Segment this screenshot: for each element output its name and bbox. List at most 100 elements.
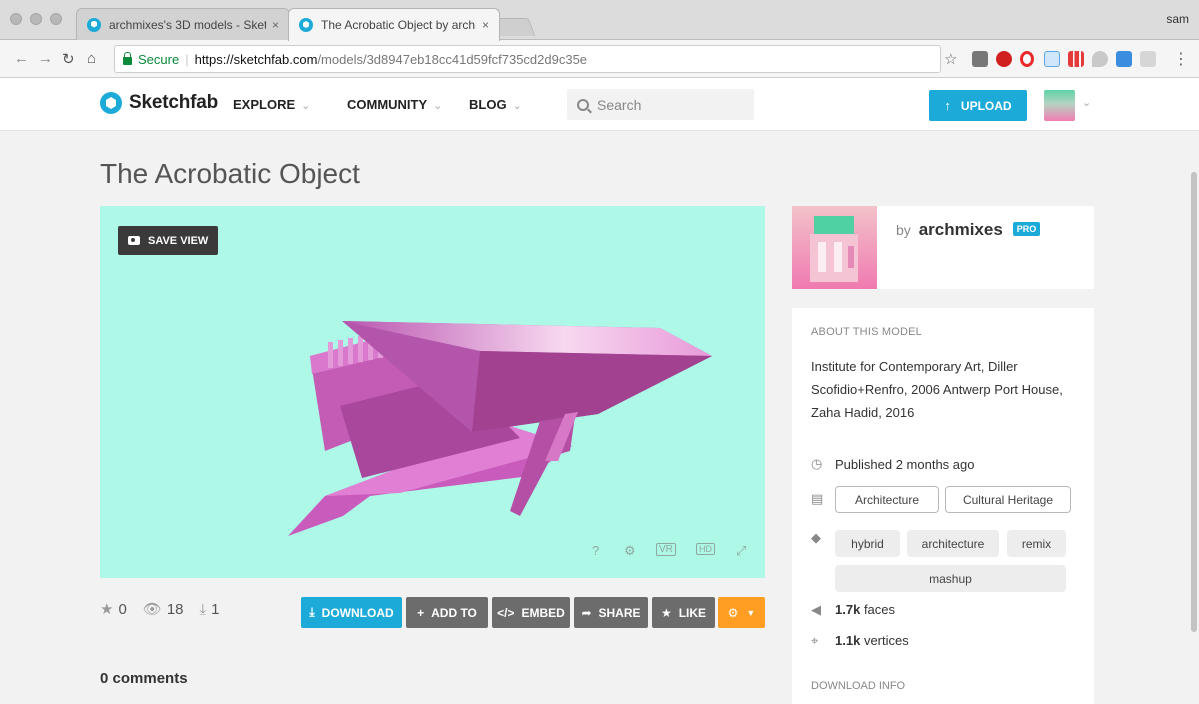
plus-icon: +: [417, 605, 425, 620]
scrollbar-thumb[interactable]: [1191, 172, 1197, 632]
address-separator: |: [185, 51, 189, 67]
browser-tab-acrobatic-object[interactable]: The Acrobatic Object by archm ×: [288, 8, 500, 41]
sketchfab-favicon-icon: [87, 17, 101, 32]
bookmark-star-icon[interactable]: ☆: [944, 50, 957, 68]
vertices-label: vertices: [863, 633, 909, 648]
url-path: /models/3d8947eb18cc41d59fcf735cd2d9c35e: [317, 51, 588, 67]
downloads-count: 1: [211, 600, 220, 618]
chevron-down-icon[interactable]: ⌄: [1082, 96, 1091, 109]
category-icon: ▤: [811, 491, 824, 506]
chevron-down-icon: ⌄: [301, 100, 311, 112]
tag-architecture[interactable]: architecture: [907, 530, 999, 557]
lock-icon: [123, 51, 132, 65]
back-arrow-icon[interactable]: ←: [14, 50, 29, 67]
upload-label: UPLOAD: [960, 98, 1012, 113]
star-icon: ★: [100, 601, 114, 618]
window-close-button[interactable]: [10, 13, 22, 25]
nav-blog[interactable]: BLOG ⌄: [469, 97, 522, 112]
faces-stat: 1.7k faces: [835, 602, 895, 617]
help-icon[interactable]: ?: [592, 543, 599, 558]
code-icon: </>: [497, 605, 515, 620]
add-to-label: ADD TO: [431, 605, 477, 620]
extension-camera-icon[interactable]: [1140, 51, 1156, 67]
comments-count: 0 comments: [100, 670, 188, 687]
embed-button[interactable]: </> EMBED: [492, 597, 570, 628]
tag-icon: ◆: [811, 530, 821, 545]
address-bar[interactable]: Secure | https://sketchfab.com/models/3d…: [114, 45, 941, 73]
search-input[interactable]: Search: [567, 89, 754, 120]
sketchfab-logo-icon: [100, 92, 122, 114]
extension-docs-icon[interactable]: [1044, 51, 1060, 67]
browser-profile-name[interactable]: sam: [1166, 12, 1189, 26]
user-avatar[interactable]: [1044, 90, 1075, 121]
download-icon: ⤓: [309, 605, 315, 619]
upload-button[interactable]: ↑ UPLOAD: [929, 90, 1027, 121]
sketchfab-logo[interactable]: Sketchfab: [100, 92, 218, 114]
download-button[interactable]: ⤓ DOWNLOAD: [301, 597, 402, 628]
extension-opera-icon[interactable]: [1020, 51, 1034, 67]
forward-arrow-icon[interactable]: →: [38, 50, 53, 67]
secure-label: Secure: [138, 51, 180, 67]
tab-close-icon[interactable]: ×: [482, 18, 489, 32]
extension-bars-icon[interactable]: [1068, 51, 1084, 67]
model-viewer[interactable]: SAVE VIEW ? ⚙ VR HD ⤢: [100, 206, 765, 578]
model-description: Institute for Contemporary Art, Diller S…: [811, 359, 1063, 420]
download-count-icon: ⤓: [199, 600, 207, 618]
tab-title: The Acrobatic Object by archm: [321, 18, 476, 32]
nav-community[interactable]: COMMUNITY ⌄: [347, 97, 442, 112]
search-icon: [577, 98, 589, 111]
browser-menu-icon[interactable]: ⋮: [1173, 49, 1189, 69]
extension-blue-icon[interactable]: [1116, 51, 1132, 67]
fullscreen-icon[interactable]: ⤢: [736, 543, 746, 559]
search-placeholder: Search: [597, 96, 642, 113]
extension-t-icon[interactable]: [972, 51, 988, 67]
hd-icon[interactable]: HD: [696, 543, 715, 555]
window-zoom-button[interactable]: [50, 13, 62, 25]
vr-icon[interactable]: VR: [656, 543, 676, 556]
settings-gear-icon[interactable]: ⚙: [624, 543, 636, 559]
more-options-button[interactable]: ⚙ ▼: [718, 597, 765, 628]
site-header: Sketchfab EXPLORE ⌄ COMMUNITY ⌄ BLOG ⌄ Sear…: [0, 78, 1199, 131]
page-scrollbar[interactable]: [1189, 132, 1199, 704]
eye-icon: 👁: [142, 601, 162, 618]
embed-label: EMBED: [521, 605, 565, 620]
nav-explore[interactable]: EXPLORE ⌄: [233, 97, 310, 112]
extension-pinterest-icon[interactable]: [996, 51, 1012, 67]
tag-hybrid[interactable]: hybrid: [835, 530, 900, 557]
model-title: The Acrobatic Object: [100, 158, 360, 189]
like-label: LIKE: [678, 605, 707, 620]
chevron-down-icon: ⌄: [512, 100, 522, 112]
like-button[interactable]: ★ LIKE: [652, 597, 715, 628]
views-stat: 👁 18: [142, 600, 184, 619]
download-info-heading: DOWNLOAD INFO: [811, 680, 906, 692]
nav-explore-label: EXPLORE: [233, 97, 296, 112]
author-card[interactable]: by archmixes PRO: [792, 206, 1094, 289]
category-cultural-heritage[interactable]: Cultural Heritage: [945, 486, 1071, 513]
author-thumbnail[interactable]: [792, 206, 877, 289]
published-date: Published 2 months ago: [835, 457, 975, 472]
home-icon[interactable]: ⌂: [87, 50, 96, 67]
tag-remix[interactable]: remix: [1007, 530, 1066, 557]
clock-icon: ◷: [811, 456, 823, 471]
share-button[interactable]: ➦ SHARE: [574, 597, 648, 628]
sketchfab-favicon-icon: [299, 18, 313, 32]
faces-icon: ◀: [811, 602, 821, 617]
chevron-down-icon: ⌄: [433, 100, 443, 112]
add-to-button[interactable]: + ADD TO: [406, 597, 488, 628]
browser-tab-archmixes[interactable]: archmixes's 3D models - Sketc ×: [76, 8, 290, 40]
save-view-button[interactable]: SAVE VIEW: [118, 226, 219, 255]
reload-icon[interactable]: ↻: [62, 50, 75, 68]
logo-text: Sketchfab: [129, 92, 219, 113]
extension-droplet-icon[interactable]: [1092, 51, 1108, 67]
star-icon: ★: [660, 605, 672, 620]
faces-label: faces: [863, 602, 896, 617]
author-name-link[interactable]: archmixes: [919, 220, 1003, 239]
tag-mashup[interactable]: mashup: [835, 565, 1066, 592]
browser-toolbar: ← → ↻ ⌂ Secure | https://sketchfab.com/m…: [0, 40, 1199, 78]
browser-tab-bar: archmixes's 3D models - Sketc × The Acro…: [0, 0, 1199, 41]
category-architecture[interactable]: Architecture: [835, 486, 939, 513]
window-minimize-button[interactable]: [30, 13, 42, 25]
views-count: 18: [166, 600, 184, 618]
vertices-stat: 1.1k vertices: [835, 633, 909, 648]
tab-close-icon[interactable]: ×: [272, 18, 279, 32]
